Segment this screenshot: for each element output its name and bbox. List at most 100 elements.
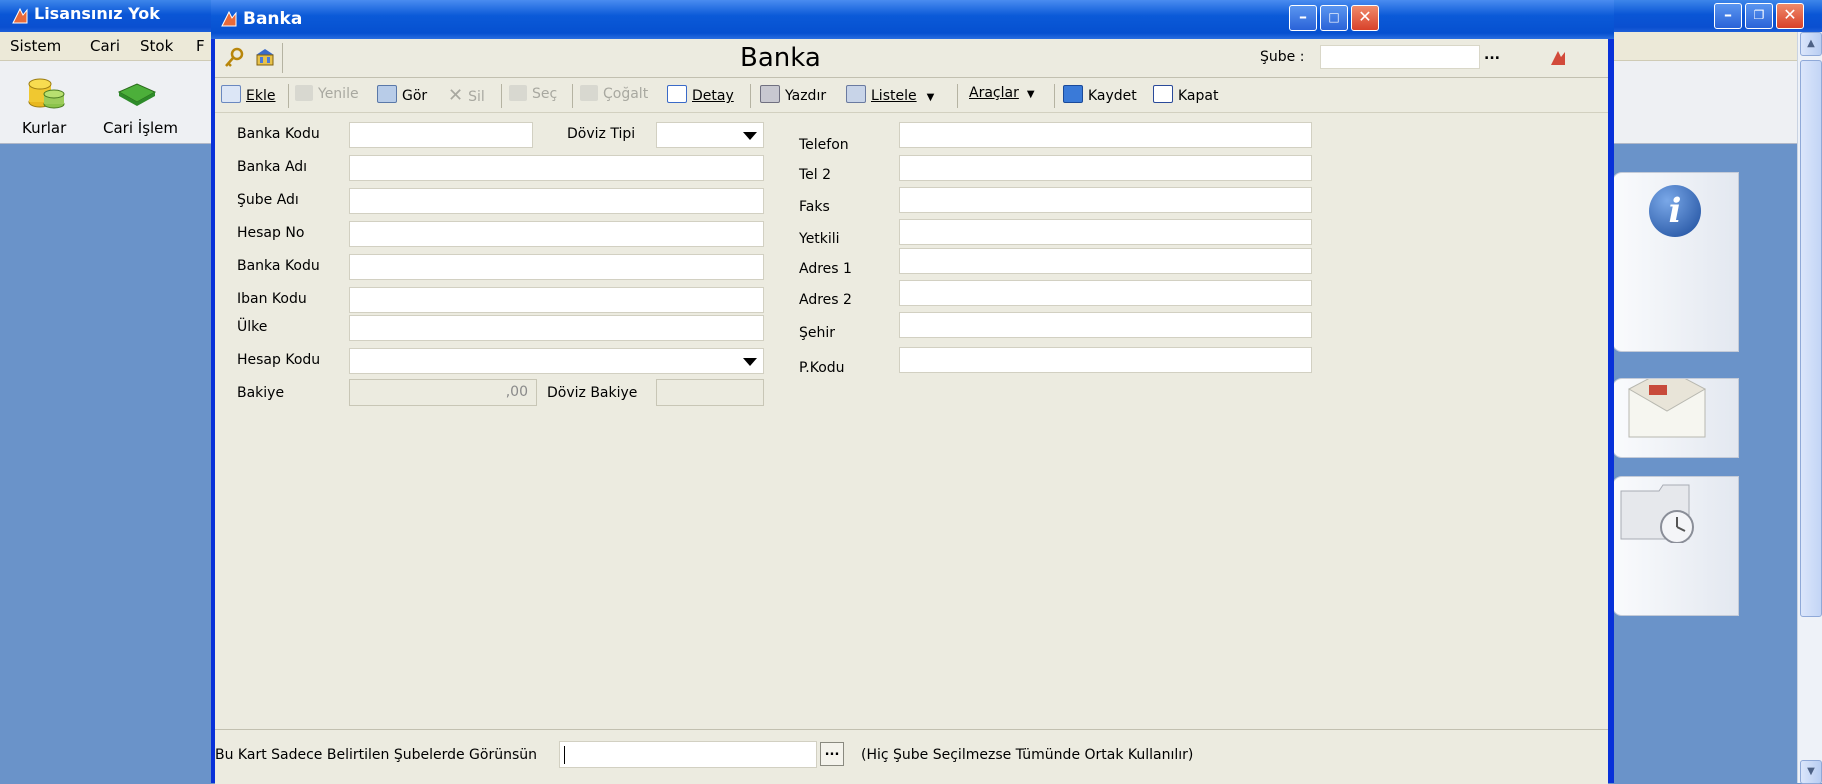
sube-label: Şube : — [1260, 49, 1305, 65]
doviz-tipi-label: Döviz Tipi — [567, 126, 636, 142]
window-header: Banka Şube : ... — [215, 39, 1608, 78]
building-icon[interactable] — [253, 45, 277, 73]
sehir-label: Şehir — [799, 325, 836, 341]
add-form-icon — [221, 85, 241, 103]
background-restore-button[interactable]: ❐ — [1745, 3, 1773, 29]
doviz-tipi-select[interactable] — [656, 122, 764, 148]
toolbar-separator — [957, 84, 958, 108]
adres2-label: Adres 2 — [799, 292, 852, 308]
banka-titlebar — [211, 0, 1614, 39]
sil-button[interactable]: ✕ Sil — [448, 85, 485, 106]
adres1-label: Adres 1 — [799, 261, 852, 277]
toolbar-separator — [501, 84, 502, 108]
view-icon — [377, 85, 397, 103]
select-icon — [509, 85, 527, 101]
yazdir-button[interactable]: Yazdır — [760, 85, 826, 104]
telefon-label: Telefon — [799, 137, 849, 153]
background-window-title: Lisansınız Yok — [34, 4, 160, 23]
iban-kodu-input[interactable] — [349, 287, 764, 313]
toolbar-kurlar-label[interactable]: Kurlar — [22, 119, 66, 137]
toolbar: Ekle Yenile Gör ✕ Sil Seç Çoğalt Detay Ya… — [215, 78, 1608, 113]
yetkili-input[interactable] — [899, 219, 1312, 245]
adres2-input[interactable] — [899, 280, 1312, 306]
pkodu-input[interactable] — [899, 347, 1312, 373]
sec-label: Seç — [532, 86, 558, 102]
listele-button[interactable]: Listele ▼ — [846, 85, 934, 104]
banka-kodu-2-label: Banka Kodu — [237, 258, 320, 274]
sehir-input[interactable] — [899, 312, 1312, 338]
sil-label: Sil — [468, 89, 485, 105]
scroll-down-button[interactable]: ▼ — [1800, 760, 1822, 784]
yenile-button[interactable]: Yenile — [295, 85, 359, 102]
window-title: Banka — [243, 9, 303, 29]
doviz-bakiye-field — [656, 379, 764, 406]
tel2-label: Tel 2 — [799, 167, 832, 183]
maximize-button[interactable]: □ — [1320, 5, 1348, 31]
ulke-input[interactable] — [349, 315, 764, 341]
ekle-button[interactable]: Ekle — [221, 85, 275, 104]
detay-button[interactable]: Detay — [667, 85, 734, 104]
page-title: Banka — [740, 43, 821, 73]
banka-kodu-2-input[interactable] — [349, 254, 764, 280]
tel2-input[interactable] — [899, 155, 1312, 181]
flag-icon[interactable] — [1548, 48, 1568, 72]
sube-adi-input[interactable] — [349, 188, 764, 214]
scroll-up-button[interactable]: ▲ — [1800, 32, 1822, 56]
telefon-input[interactable] — [899, 122, 1312, 148]
sube-visibility-label: Bu Kart Sadece Belirtilen Şubelerde Görü… — [215, 747, 537, 763]
sube-browse-button[interactable]: ... — [1477, 45, 1507, 69]
chevron-down-icon: ▼ — [1026, 89, 1035, 100]
coins-icon[interactable] — [26, 74, 66, 110]
cogalt-label: Çoğalt — [603, 86, 649, 102]
pkodu-label: P.Kodu — [799, 360, 845, 376]
kaydet-label: Kaydet — [1088, 88, 1137, 104]
toolbar-separator — [572, 84, 573, 108]
banka-adi-label: Banka Adı — [237, 159, 308, 175]
sube-visibility-input[interactable] — [559, 741, 817, 768]
toolbar-separator — [1054, 84, 1055, 108]
toolbar-separator — [750, 84, 751, 108]
mail-panel[interactable] — [1612, 368, 1739, 458]
banka-window: Banka – □ ✕ Banka Şube : ... Ekle Yenile — [211, 0, 1614, 784]
save-icon — [1063, 85, 1083, 103]
text-cursor — [564, 746, 565, 764]
chevron-down-icon — [743, 132, 757, 140]
cash-bundle-icon[interactable] — [115, 78, 159, 108]
info-panel[interactable]: i — [1612, 172, 1739, 352]
faks-input[interactable] — [899, 187, 1312, 213]
hesap-no-input[interactable] — [349, 221, 764, 247]
araclar-button[interactable]: Araçlar ▼ — [969, 85, 1035, 101]
menu-cari[interactable]: Cari — [90, 37, 120, 55]
banka-adi-input[interactable] — [349, 155, 764, 181]
archive-panel[interactable] — [1612, 476, 1739, 616]
app-logo-icon — [10, 6, 30, 26]
background-close-button[interactable]: ✕ — [1776, 3, 1804, 29]
toolbar-cari-islem-label[interactable]: Cari İşlem — [103, 119, 178, 137]
cogalt-button[interactable]: Çoğalt — [580, 85, 648, 102]
toolbar-separator — [288, 84, 289, 108]
menu-stok[interactable]: Stok — [140, 37, 173, 55]
menu-sistem[interactable]: Sistem — [10, 37, 61, 55]
hesap-kodu-select[interactable] — [349, 348, 764, 374]
scroll-thumb[interactable] — [1800, 60, 1822, 617]
menu-f[interactable]: F — [196, 37, 205, 55]
sube-visibility-browse-button[interactable]: ... — [820, 742, 844, 766]
sube-visibility-note: (Hiç Şube Seçilmezse Tümünde Ortak Kulla… — [861, 747, 1194, 763]
envelope-icon — [1627, 368, 1707, 443]
key-icon[interactable] — [223, 47, 245, 73]
minimize-button[interactable]: – — [1289, 5, 1317, 31]
kaydet-button[interactable]: Kaydet — [1063, 85, 1137, 104]
background-minimize-button[interactable]: – — [1714, 3, 1742, 29]
gor-button[interactable]: Gör — [377, 85, 427, 104]
kapat-button[interactable]: Kapat — [1153, 85, 1218, 104]
chevron-down-icon — [743, 358, 757, 366]
window-logo-icon — [219, 9, 239, 29]
banka-kodu-input[interactable] — [349, 122, 533, 148]
sec-button[interactable]: Seç — [509, 85, 557, 102]
sube-input[interactable] — [1320, 45, 1480, 69]
araclar-label: Araçlar — [969, 85, 1019, 101]
delete-x-icon: ✕ — [448, 85, 464, 106]
adres1-input[interactable] — [899, 248, 1312, 274]
list-icon — [846, 85, 866, 103]
close-button[interactable]: ✕ — [1351, 5, 1379, 31]
